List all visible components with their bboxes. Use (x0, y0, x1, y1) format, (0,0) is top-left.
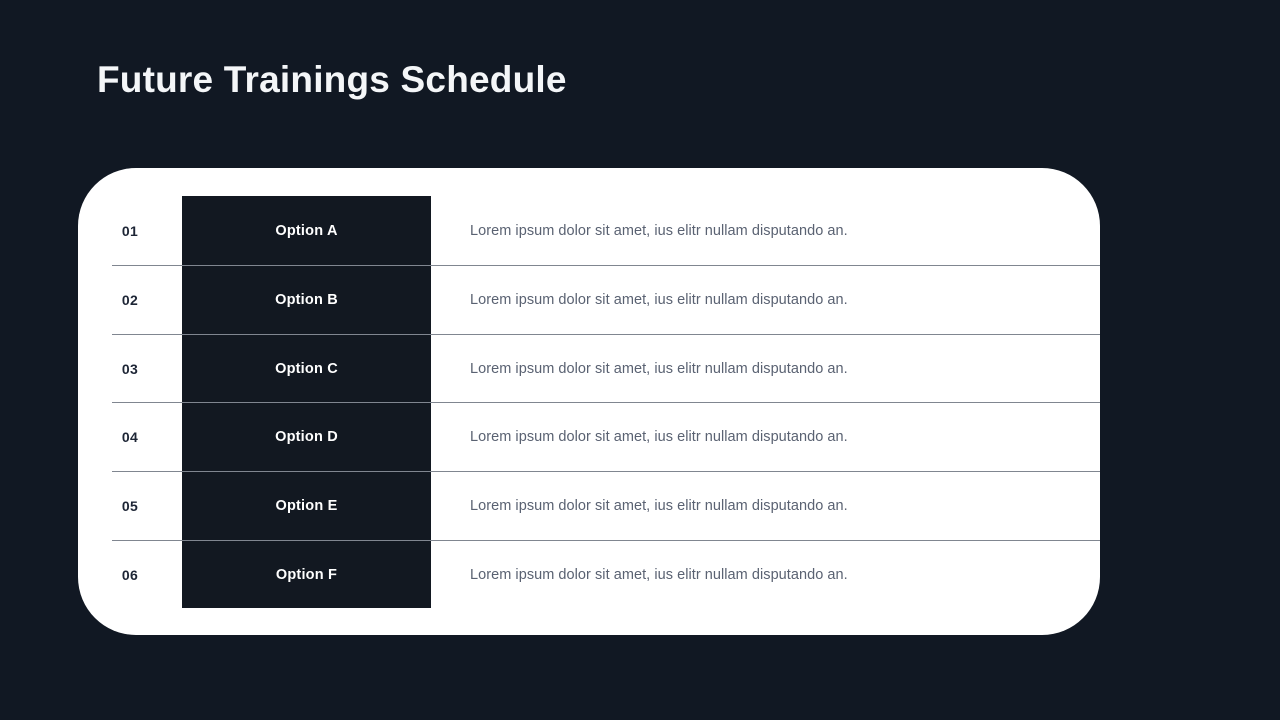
row-option-label[interactable]: Option D (182, 429, 431, 445)
row-number: 06 (121, 566, 139, 583)
row-option-label[interactable]: Option E (182, 498, 431, 514)
table-row[interactable]: 02 Option B Lorem ipsum dolor sit amet, … (78, 265, 1100, 334)
row-description: Lorem ipsum dolor sit amet, ius elitr nu… (470, 428, 848, 445)
row-option-label[interactable]: Option F (182, 567, 431, 583)
row-description: Lorem ipsum dolor sit amet, ius elitr nu… (470, 566, 848, 583)
row-option-label[interactable]: Option A (182, 223, 431, 239)
row-divider (112, 471, 1100, 472)
row-number: 03 (121, 360, 139, 377)
table-row[interactable]: 04 Option D Lorem ipsum dolor sit amet, … (78, 402, 1100, 471)
row-number: 04 (121, 428, 139, 445)
row-number: 02 (121, 291, 139, 308)
row-divider (112, 334, 1100, 335)
row-description: Lorem ipsum dolor sit amet, ius elitr nu… (470, 497, 848, 514)
row-number: 01 (121, 222, 139, 239)
row-description: Lorem ipsum dolor sit amet, ius elitr nu… (470, 222, 848, 239)
table-row[interactable]: 03 Option C Lorem ipsum dolor sit amet, … (78, 334, 1100, 403)
row-divider (112, 402, 1100, 403)
row-divider (112, 265, 1100, 266)
row-number: 05 (121, 497, 139, 514)
row-description: Lorem ipsum dolor sit amet, ius elitr nu… (470, 360, 848, 377)
table-row[interactable]: 05 Option E Lorem ipsum dolor sit amet, … (78, 471, 1100, 540)
table-row[interactable]: 06 Option F Lorem ipsum dolor sit amet, … (78, 540, 1100, 609)
row-option-label[interactable]: Option B (182, 292, 431, 308)
row-option-label[interactable]: Option C (182, 361, 431, 377)
schedule-card: 01 Option A Lorem ipsum dolor sit amet, … (78, 168, 1100, 635)
row-description: Lorem ipsum dolor sit amet, ius elitr nu… (470, 291, 848, 308)
page-title: Future Trainings Schedule (97, 59, 567, 100)
row-divider (112, 540, 1100, 541)
table-row[interactable]: 01 Option A Lorem ipsum dolor sit amet, … (78, 196, 1100, 265)
